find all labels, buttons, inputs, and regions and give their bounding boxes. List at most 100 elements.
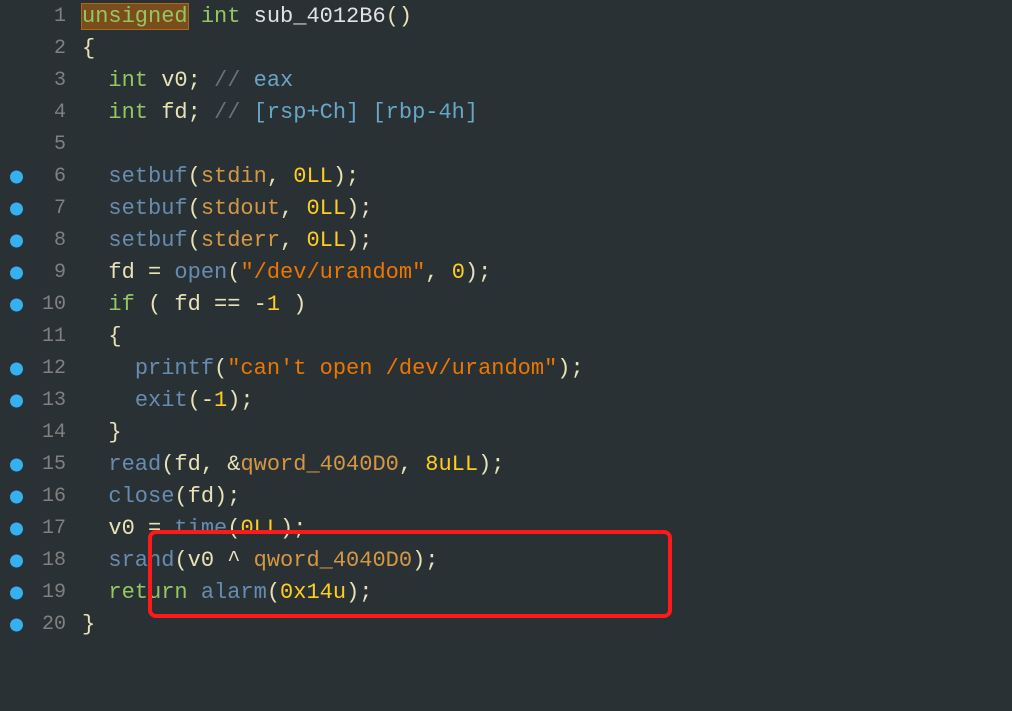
indent	[82, 260, 108, 285]
token	[188, 580, 201, 605]
gutter-line[interactable]: 10	[0, 289, 74, 321]
indent	[82, 484, 108, 509]
token: exit	[135, 388, 188, 413]
token: [rbp-4h]	[372, 100, 478, 125]
token: );	[346, 196, 372, 221]
token: 1	[214, 388, 227, 413]
breakpoint-dot-icon[interactable]	[10, 363, 23, 376]
code-editor[interactable]: 1234567891011121314151617181920 unsigned…	[0, 0, 1012, 711]
token: }	[82, 612, 95, 637]
gutter-line[interactable]: 11	[0, 321, 74, 353]
indent	[82, 292, 108, 317]
code-line[interactable]: if ( fd == -1 )	[82, 289, 1012, 321]
token: 0LL	[293, 164, 333, 189]
code-line[interactable]: setbuf(stdout, 0LL);	[82, 193, 1012, 225]
breakpoint-dot-icon[interactable]	[10, 587, 23, 600]
code-line[interactable]: close(fd);	[82, 481, 1012, 513]
breakpoint-dot-icon[interactable]	[10, 523, 23, 536]
code-line[interactable]: read(fd, &qword_4040D0, 8uLL);	[82, 449, 1012, 481]
indent	[82, 100, 108, 125]
code-line[interactable]: int fd; // [rsp+Ch] [rbp-4h]	[82, 97, 1012, 129]
indent	[82, 580, 108, 605]
code-line[interactable]: {	[82, 33, 1012, 65]
token: eax	[254, 68, 294, 93]
code-line[interactable]: unsigned int sub_4012B6()	[82, 1, 1012, 33]
token	[240, 4, 253, 29]
breakpoint-dot-icon[interactable]	[10, 395, 23, 408]
token: qword_4040D0	[254, 548, 412, 573]
code-line[interactable]: srand(v0 ^ qword_4040D0);	[82, 545, 1012, 577]
code-line[interactable]: int v0; // eax	[82, 65, 1012, 97]
gutter-line[interactable]: 15	[0, 449, 74, 481]
gutter-line[interactable]: 2	[0, 33, 74, 65]
code-area[interactable]: unsigned int sub_4012B6(){ int v0; // ea…	[74, 0, 1012, 711]
breakpoint-dot-icon[interactable]	[10, 171, 23, 184]
gutter-line[interactable]: 14	[0, 417, 74, 449]
token: ;	[188, 100, 214, 125]
token: 1	[267, 292, 280, 317]
token: if	[108, 292, 134, 317]
indent	[82, 356, 135, 381]
code-line[interactable]: fd = open("/dev/urandom", 0);	[82, 257, 1012, 289]
indent	[82, 196, 108, 221]
code-line[interactable]: {	[82, 321, 1012, 353]
gutter-line[interactable]: 5	[0, 129, 74, 161]
gutter-line[interactable]: 8	[0, 225, 74, 257]
token: );	[214, 484, 240, 509]
gutter-line[interactable]: 4	[0, 97, 74, 129]
code-line[interactable]: printf("can't open /dev/urandom");	[82, 353, 1012, 385]
token: setbuf	[108, 164, 187, 189]
token: "can't open /dev/urandom"	[227, 356, 557, 381]
breakpoint-dot-icon[interactable]	[10, 491, 23, 504]
gutter-line[interactable]: 6	[0, 161, 74, 193]
token: );	[346, 228, 372, 253]
breakpoint-dot-icon[interactable]	[10, 267, 23, 280]
token: (	[161, 452, 174, 477]
code-line[interactable]: setbuf(stdin, 0LL);	[82, 161, 1012, 193]
line-number: 16	[42, 481, 66, 513]
token: ,	[280, 228, 306, 253]
breakpoint-dot-icon[interactable]	[10, 459, 23, 472]
gutter-line[interactable]: 9	[0, 257, 74, 289]
gutter-line[interactable]: 16	[0, 481, 74, 513]
code-line[interactable]: }	[82, 609, 1012, 641]
breakpoint-dot-icon[interactable]	[10, 203, 23, 216]
gutter-line[interactable]: 7	[0, 193, 74, 225]
line-number: 13	[42, 385, 66, 417]
code-line[interactable]	[82, 129, 1012, 161]
token: alarm	[201, 580, 267, 605]
token: (	[214, 356, 227, 381]
token: )	[280, 292, 306, 317]
gutter-line[interactable]: 20	[0, 609, 74, 641]
token: int	[201, 4, 241, 29]
token: =	[135, 260, 175, 285]
token: ()	[386, 4, 412, 29]
token: fd	[174, 452, 200, 477]
token: printf	[135, 356, 214, 381]
code-line[interactable]: exit(-1);	[82, 385, 1012, 417]
token: //	[214, 100, 254, 125]
gutter-line[interactable]: 13	[0, 385, 74, 417]
gutter-line[interactable]: 1	[0, 1, 74, 33]
indent	[82, 548, 108, 573]
token: fd	[188, 484, 214, 509]
code-line[interactable]: v0 = time(0LL);	[82, 513, 1012, 545]
token: ,	[425, 260, 451, 285]
gutter-line[interactable]: 18	[0, 545, 74, 577]
breakpoint-dot-icon[interactable]	[10, 235, 23, 248]
token: "/dev/urandom"	[240, 260, 425, 285]
breakpoint-dot-icon[interactable]	[10, 299, 23, 312]
token: (	[188, 388, 201, 413]
gutter-line[interactable]: 3	[0, 65, 74, 97]
line-number: 18	[42, 545, 66, 577]
code-line[interactable]: }	[82, 417, 1012, 449]
gutter-line[interactable]: 12	[0, 353, 74, 385]
gutter-line[interactable]: 19	[0, 577, 74, 609]
gutter-line[interactable]: 17	[0, 513, 74, 545]
code-line[interactable]: return alarm(0x14u);	[82, 577, 1012, 609]
code-line[interactable]: setbuf(stderr, 0LL);	[82, 225, 1012, 257]
token: setbuf	[108, 228, 187, 253]
breakpoint-dot-icon[interactable]	[10, 619, 23, 632]
line-number: 15	[42, 449, 66, 481]
breakpoint-dot-icon[interactable]	[10, 555, 23, 568]
